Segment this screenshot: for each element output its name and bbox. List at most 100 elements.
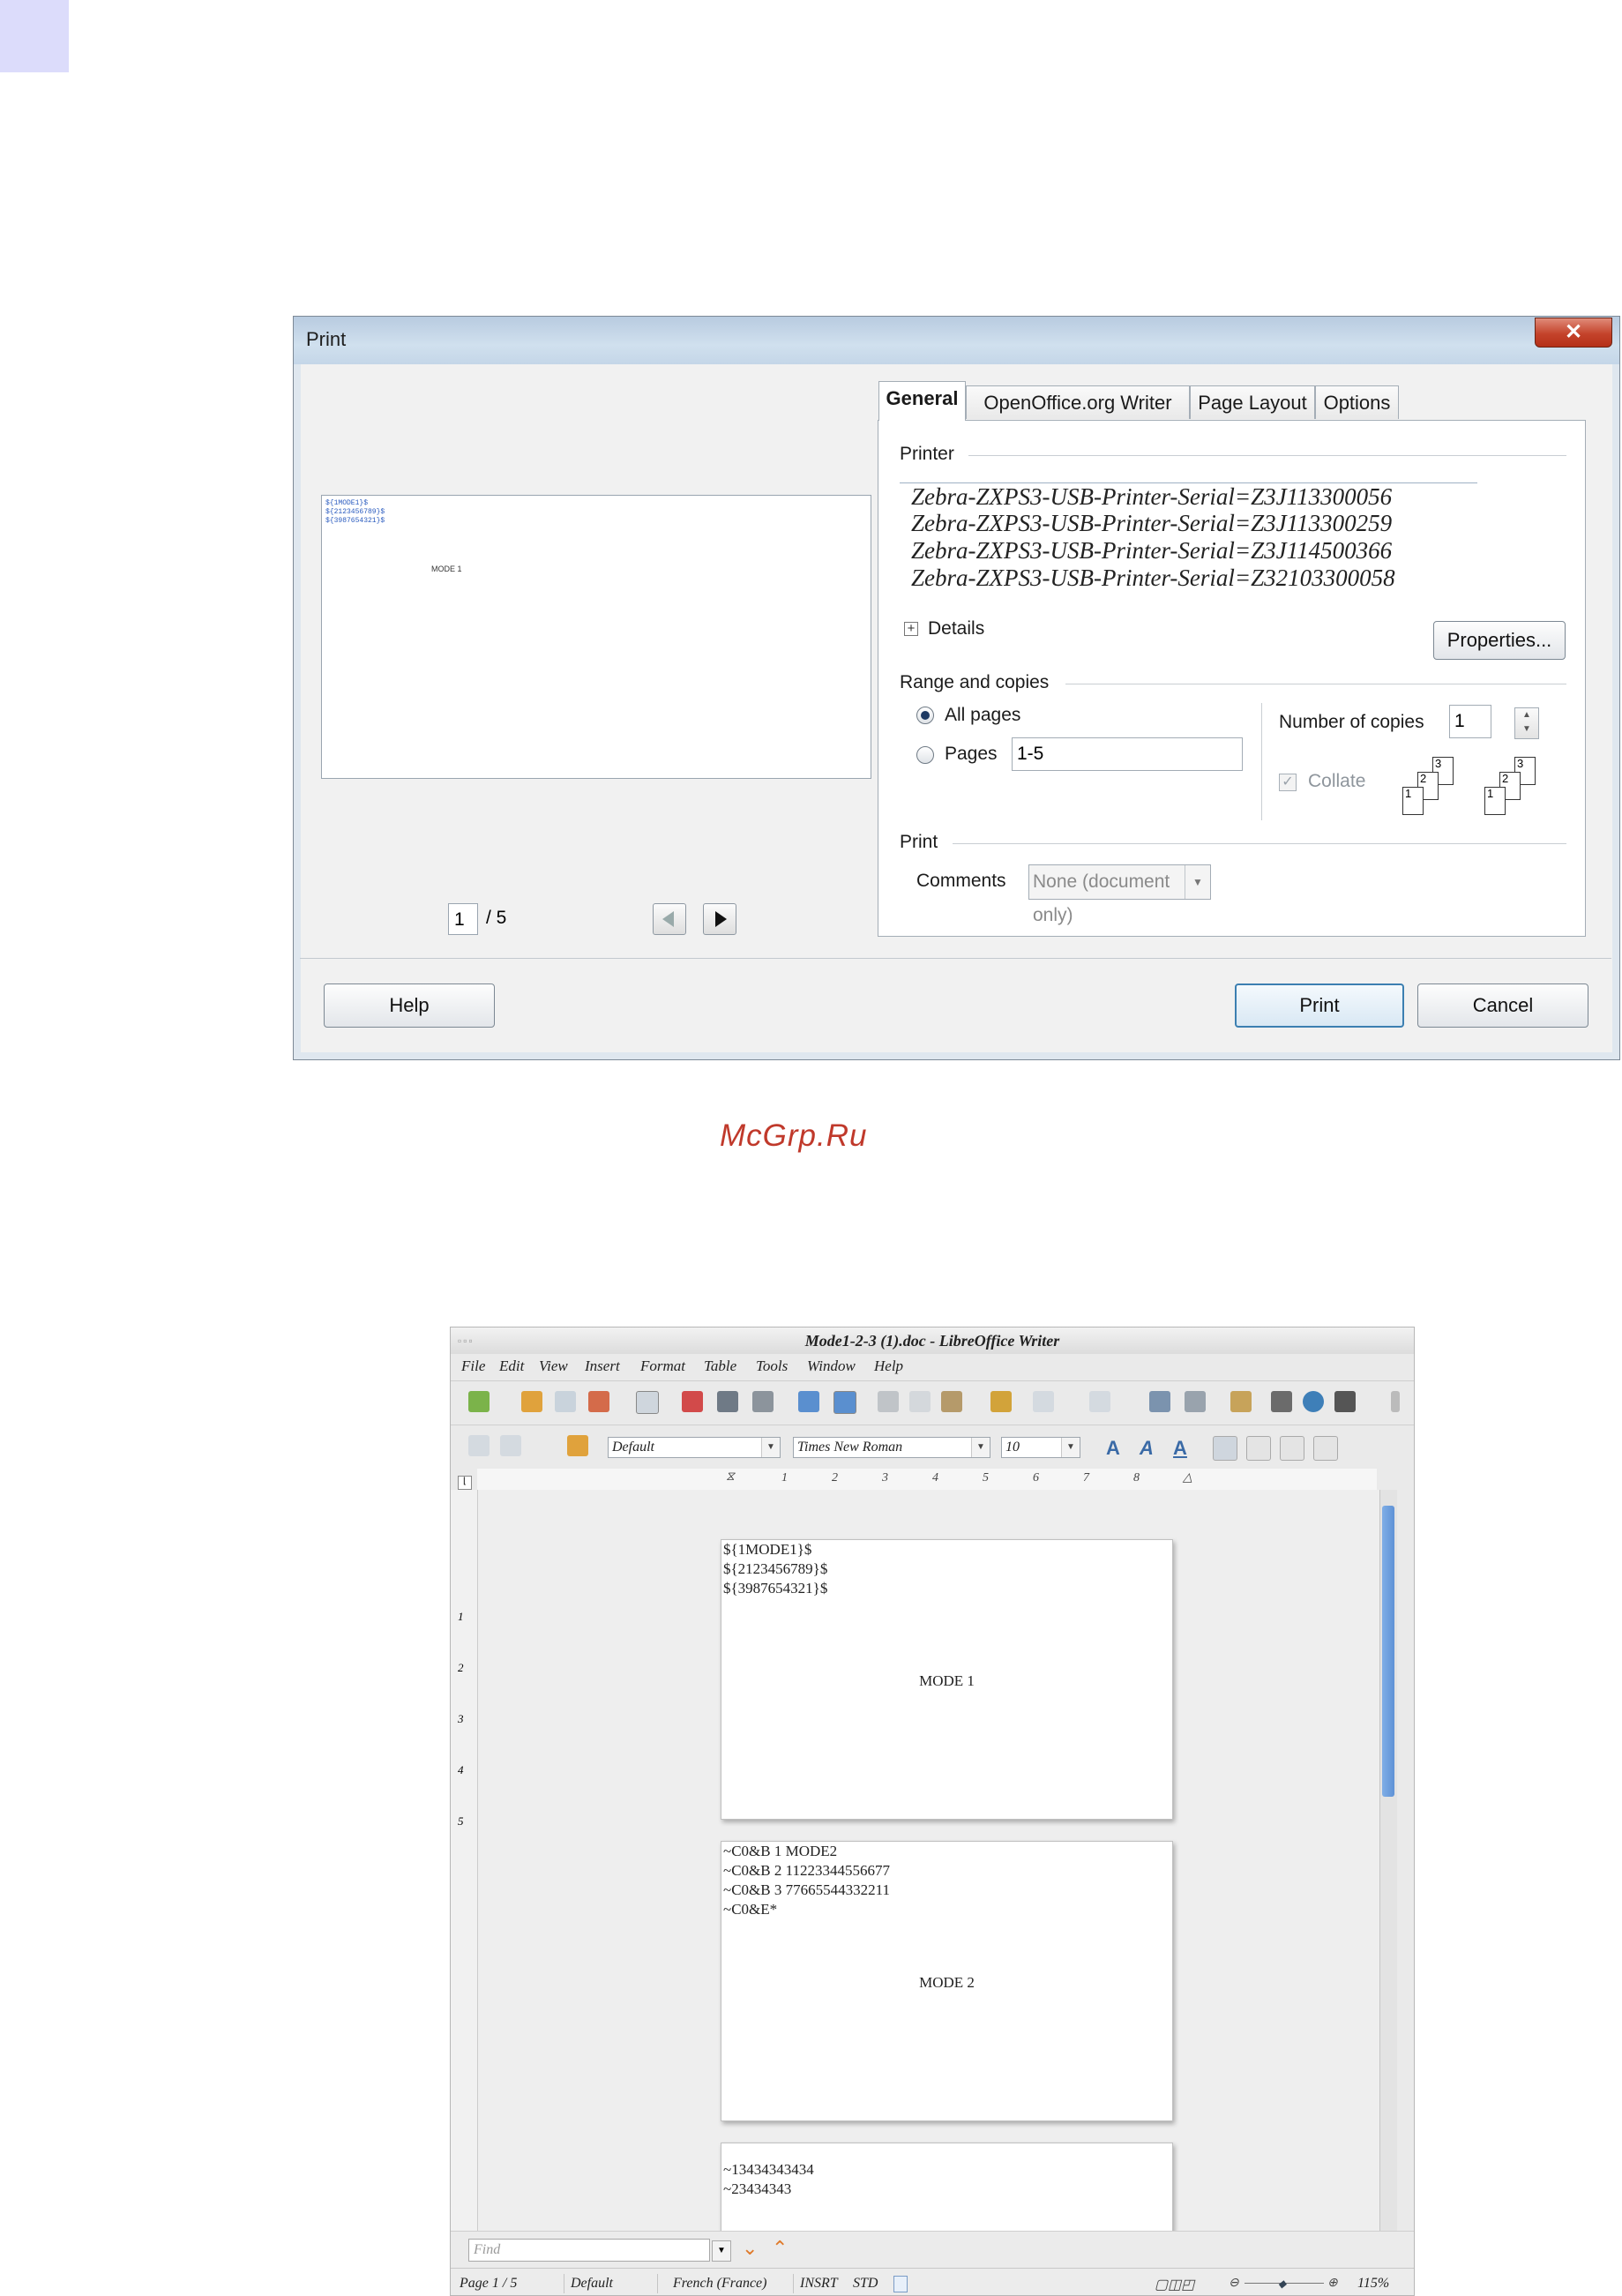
preview-next-button[interactable] (703, 903, 736, 935)
menu-window[interactable]: Window (807, 1357, 856, 1375)
undo-icon[interactable] (1033, 1391, 1054, 1412)
underline-button[interactable]: A (1169, 1436, 1192, 1461)
comments-dropdown[interactable]: None (document only) ▼ (1028, 864, 1211, 925)
pages-radio[interactable] (916, 746, 934, 764)
email-icon[interactable] (588, 1391, 609, 1412)
horizontal-ruler[interactable]: ⧖ 1 2 3 4 5 6 7 8 △ (477, 1469, 1377, 1491)
open-icon[interactable] (521, 1391, 542, 1412)
align-right-button[interactable] (1280, 1436, 1304, 1461)
chevron-down-icon[interactable]: ▼ (712, 2240, 731, 2262)
cut-icon[interactable] (878, 1391, 899, 1412)
autospell-icon[interactable] (833, 1391, 856, 1414)
tab-options[interactable]: Options (1315, 385, 1399, 419)
expand-icon[interactable]: + (904, 622, 918, 636)
preview-prev-button[interactable] (653, 903, 686, 935)
export-pdf-icon[interactable] (682, 1391, 703, 1412)
vertical-scrollbar[interactable] (1379, 1490, 1397, 2231)
zoom-slider-handle[interactable]: ◆ (1278, 2277, 1286, 2291)
document-page[interactable]: ~C0&B 1 MODE2 ~C0&B 2 11223344556677 ~C0… (721, 1841, 1173, 2121)
tab-page-layout[interactable]: Page Layout (1190, 385, 1315, 419)
bold-button[interactable]: A (1102, 1436, 1125, 1461)
printer-list[interactable]: Zebra-ZXPS3-USB-Printer-Serial=Z3J113300… (900, 483, 1471, 598)
spellcheck-icon[interactable] (798, 1391, 819, 1412)
font-size-select[interactable]: 10 ▼ (1001, 1437, 1080, 1458)
menu-view[interactable]: View (539, 1357, 568, 1375)
copies-input[interactable]: 1 (1449, 705, 1491, 738)
status-selection-mode[interactable]: STD (853, 2276, 878, 2292)
indent-marker-icon[interactable]: ⧖ (726, 1470, 735, 1485)
justify-button[interactable] (1313, 1436, 1338, 1461)
help-button[interactable]: Help (324, 983, 495, 1028)
status-style[interactable]: Default (571, 2276, 613, 2292)
scrollbar-thumb[interactable] (1382, 1506, 1394, 1797)
all-pages-radio[interactable] (916, 707, 934, 724)
status-language[interactable]: French (France) (673, 2276, 766, 2292)
save-icon[interactable] (555, 1391, 576, 1412)
tab-general[interactable]: General (878, 381, 966, 421)
window-buttons[interactable]: ▫▫▫ (458, 1335, 475, 1347)
pages-label[interactable]: Pages (945, 744, 998, 765)
menu-help[interactable]: Help (874, 1357, 903, 1375)
paragraph-style-select[interactable]: Default ▼ (608, 1437, 781, 1458)
zoom-in-icon[interactable]: ⊕ (1327, 2276, 1338, 2291)
properties-button[interactable]: Properties... (1433, 621, 1566, 660)
details-label[interactable]: Details (928, 618, 984, 639)
table-icon[interactable] (1185, 1391, 1206, 1412)
standard-toolbar (451, 1380, 1414, 1420)
printer-item[interactable]: Zebra-ZXPS3-USB-Printer-Serial=Z3J114500… (911, 537, 1392, 565)
menu-edit[interactable]: Edit (499, 1357, 524, 1375)
navigator-icon[interactable] (1149, 1391, 1170, 1412)
find-replace-icon[interactable] (1271, 1391, 1292, 1412)
align-left-button[interactable] (1213, 1436, 1237, 1461)
document-area[interactable]: ${1MODE1}$ ${2123456789}$ ${3987654321}$… (478, 1490, 1379, 2250)
printer-item[interactable]: Zebra-ZXPS3-USB-Printer-Serial=Z32103300… (911, 565, 1395, 592)
align-center-button[interactable] (1246, 1436, 1271, 1461)
preview-page-input[interactable]: 1 (448, 903, 478, 935)
document-page[interactable]: ${1MODE1}$ ${2123456789}$ ${3987654321}$… (721, 1539, 1173, 1820)
print-button[interactable]: Print (1235, 983, 1404, 1028)
status-insert-mode[interactable]: INSRT (800, 2276, 838, 2292)
cancel-button[interactable]: Cancel (1417, 983, 1588, 1028)
tab-writer[interactable]: OpenOffice.org Writer (966, 385, 1190, 419)
printer-item[interactable]: Zebra-ZXPS3-USB-Printer-Serial=Z3J113300… (911, 483, 1392, 511)
new-document-icon[interactable] (468, 1391, 490, 1412)
find-input[interactable]: Find (468, 2239, 710, 2262)
data-sources-icon[interactable] (1334, 1391, 1356, 1412)
find-next-icon[interactable]: ⌄ (742, 2237, 758, 2260)
menu-format[interactable]: Format (640, 1357, 685, 1375)
edit-mode-icon[interactable] (636, 1391, 659, 1414)
menu-file[interactable]: File (461, 1357, 485, 1375)
print-icon[interactable] (717, 1391, 738, 1412)
find-previous-icon[interactable]: ⌃ (772, 2237, 788, 2260)
view-layout-icon[interactable]: ▢◫◰ (1155, 2276, 1194, 2293)
styles-icon[interactable] (567, 1435, 588, 1456)
gallery-icon[interactable] (1303, 1391, 1324, 1412)
back-icon[interactable] (468, 1435, 490, 1456)
printer-item[interactable]: Zebra-ZXPS3-USB-Printer-Serial=Z3J113300… (911, 510, 1392, 537)
uncollated-icon: 3 2 1 (1484, 757, 1546, 819)
format-paint-icon[interactable] (990, 1391, 1012, 1412)
all-pages-label[interactable]: All pages (945, 705, 1020, 726)
menu-tools[interactable]: Tools (756, 1357, 788, 1375)
menu-insert[interactable]: Insert (585, 1357, 620, 1375)
right-indent-icon[interactable]: △ (1183, 1470, 1192, 1485)
status-zoom[interactable]: 115% (1357, 2276, 1389, 2292)
forward-icon[interactable] (500, 1435, 521, 1456)
collate-checkbox[interactable]: ✓ (1279, 774, 1297, 791)
print-preview-icon[interactable] (752, 1391, 774, 1412)
paste-icon[interactable] (941, 1391, 962, 1412)
redo-icon[interactable] (1089, 1391, 1110, 1412)
collate-label[interactable]: Collate (1308, 771, 1365, 792)
tab-stop-icon[interactable]: ⌊ (458, 1476, 472, 1490)
copy-icon[interactable] (909, 1391, 931, 1412)
pages-range-input[interactable]: 1-5 (1012, 737, 1243, 771)
draw-icon[interactable] (1230, 1391, 1252, 1412)
close-button[interactable]: ✕ (1535, 318, 1612, 348)
zoom-out-icon[interactable]: ⊖ (1229, 2276, 1239, 2291)
copies-spinner[interactable]: ▲ ▼ (1514, 707, 1539, 739)
italic-button[interactable]: A (1135, 1436, 1158, 1461)
toolbar-overflow-icon[interactable] (1391, 1391, 1400, 1412)
font-name-select[interactable]: Times New Roman ▼ (793, 1437, 990, 1458)
menu-table[interactable]: Table (704, 1357, 736, 1375)
status-page[interactable]: Page 1 / 5 (460, 2276, 517, 2292)
